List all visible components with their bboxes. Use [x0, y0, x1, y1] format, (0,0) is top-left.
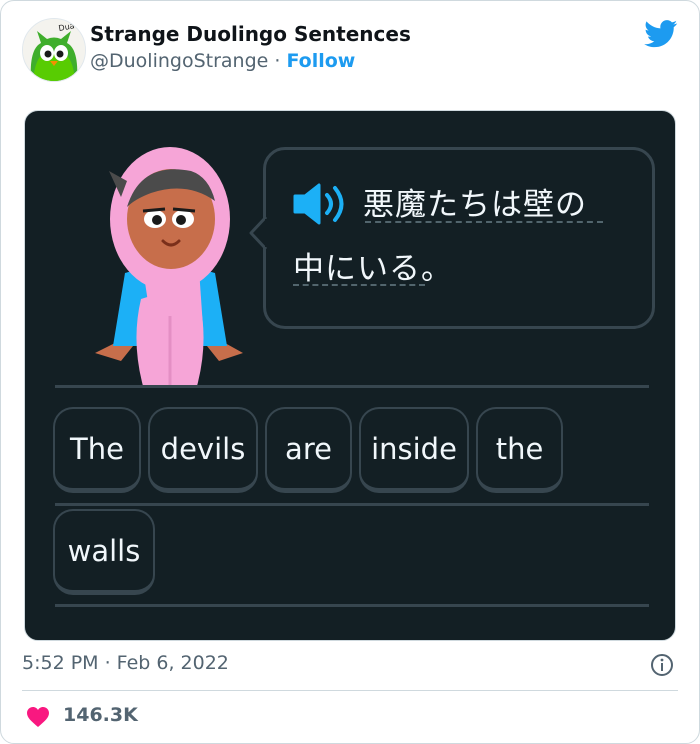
author-handle[interactable]: @DuolingoStrange [90, 50, 268, 72]
word-chip-devils[interactable]: devils [148, 407, 258, 493]
follow-button[interactable]: Follow [286, 50, 355, 72]
tweet-media-exercise[interactable]: 悪魔たちは壁の 中にいる。 The devils are inside the … [24, 110, 676, 641]
word-chip-the[interactable]: The [53, 407, 141, 493]
author-handle-line: @DuolingoStrange · Follow [90, 50, 355, 72]
word-chip-inside[interactable]: inside [359, 407, 469, 493]
word-chip-the-2[interactable]: the [476, 407, 563, 493]
hint-underline-2 [293, 284, 425, 286]
author-avatar[interactable]: Dua Lipa [22, 18, 86, 82]
word-chip-walls[interactable]: walls [53, 509, 155, 595]
prompt-sentence-line-1: 悪魔たちは壁の [363, 187, 587, 223]
duo-avatar-image: Dua Lipa [23, 19, 85, 81]
speaker-icon[interactable] [291, 181, 351, 227]
heart-icon[interactable] [26, 706, 50, 728]
answer-line-2 [55, 503, 649, 506]
answer-line-3 [55, 604, 649, 607]
character-illustration [95, 147, 243, 386]
author-display-name[interactable]: Strange Duolingo Sentences [90, 22, 411, 46]
speech-bubble [263, 147, 655, 329]
info-icon[interactable] [650, 653, 674, 677]
tweet-timestamp[interactable]: 5:52 PM · Feb 6, 2022 [22, 652, 229, 674]
like-count[interactable]: 146.3K [63, 704, 138, 726]
footer-divider [22, 690, 678, 691]
word-chip-are[interactable]: are [265, 407, 352, 493]
speech-bubble-tail [249, 215, 271, 251]
answer-line-1 [55, 385, 649, 388]
twitter-bird-icon[interactable] [644, 20, 678, 48]
hint-underline-1 [365, 221, 603, 223]
prompt-sentence-line-2: 中にいる。 [293, 251, 453, 287]
handle-separator: · [268, 50, 287, 72]
